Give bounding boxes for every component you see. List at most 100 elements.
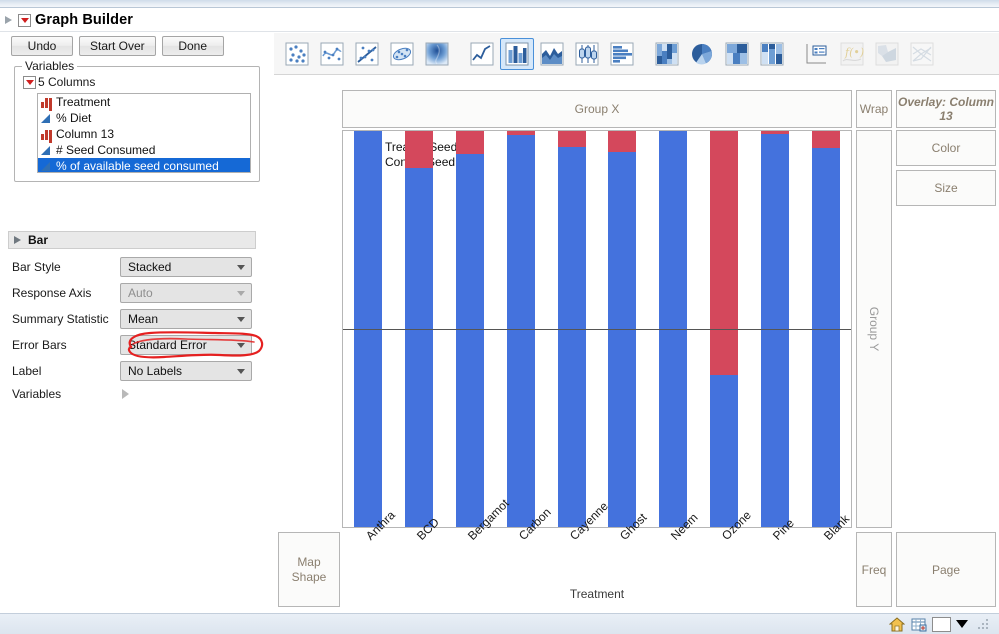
drop-zone-map-shape[interactable]: Map Shape	[278, 532, 340, 607]
summary-statistic-label: Summary Statistic	[12, 312, 120, 326]
mosaic-icon[interactable]	[650, 38, 684, 70]
bar-segment-treated[interactable]	[608, 131, 636, 152]
start-over-button[interactable]: Start Over	[79, 36, 156, 56]
drop-zone-group-y[interactable]: Group Y	[856, 130, 892, 528]
home-icon[interactable]	[888, 616, 905, 632]
bar-segment-control[interactable]	[507, 135, 535, 527]
dropdown-arrow-icon[interactable]	[956, 620, 968, 628]
bar-segment-control[interactable]	[405, 168, 433, 527]
list-item[interactable]: Column 13	[38, 126, 250, 142]
list-item[interactable]: Treatment	[38, 94, 250, 110]
formula-icon[interactable]: f(•)	[835, 38, 869, 70]
bar-segment-control[interactable]	[761, 134, 789, 527]
bar-segment-treated[interactable]	[405, 131, 433, 168]
bar-segment-control[interactable]	[812, 148, 840, 527]
bar-segment-treated[interactable]	[507, 131, 535, 135]
bar-style-dropdown[interactable]: Stacked	[120, 257, 252, 277]
list-item[interactable]: # Seed Consumed	[38, 142, 250, 158]
bar-segment-control[interactable]	[456, 154, 484, 527]
done-button[interactable]: Done	[162, 36, 224, 56]
bar-segment-treated[interactable]	[558, 131, 586, 147]
map-shapes-icon[interactable]	[870, 38, 904, 70]
points-icon[interactable]	[280, 38, 314, 70]
columns-menu-icon[interactable]	[23, 76, 36, 89]
variable-label: % Diet	[56, 111, 91, 125]
bar-segment-treated[interactable]	[710, 131, 738, 375]
drop-zone-overlay[interactable]: Overlay: Column 13	[896, 90, 996, 128]
columns-count-label: 5 Columns	[38, 75, 95, 89]
expand-right-triangle-icon[interactable]	[120, 387, 132, 401]
graph-canvas: Group X Wrap Overlay: Column 13 Color Si…	[274, 76, 999, 634]
bar-segment-treated[interactable]	[812, 131, 840, 148]
reference-line	[343, 329, 851, 330]
bar-segment-control[interactable]	[608, 152, 636, 527]
bar-style-label: Bar Style	[12, 260, 120, 274]
response-axis-dropdown[interactable]: Auto	[120, 283, 252, 303]
bar-segment-treated[interactable]	[761, 131, 789, 134]
plot-frame[interactable]: Treated Seed Control Seed 0%20%40%60%80%…	[342, 130, 852, 528]
drop-zone-wrap[interactable]: Wrap	[856, 90, 892, 128]
contour-icon[interactable]	[420, 38, 454, 70]
color-swatch-button[interactable]	[932, 617, 951, 632]
disclosure-triangle-icon[interactable]	[13, 235, 23, 245]
x-axis[interactable]: Treatment AnthraBCDBergamotCarbonCayenne…	[342, 529, 852, 607]
drop-zone-color[interactable]: Color	[896, 130, 996, 166]
chevron-down-icon	[237, 317, 245, 322]
response-axis-value: Auto	[128, 286, 153, 300]
data-table-icon[interactable]	[910, 616, 927, 632]
response-axis-label: Response Axis	[12, 286, 120, 300]
drop-zone-group-x[interactable]: Group X	[342, 90, 852, 128]
status-bar	[0, 613, 999, 634]
columns-header[interactable]: 5 Columns	[23, 75, 95, 89]
chevron-down-icon	[237, 291, 245, 296]
pie-icon[interactable]	[685, 38, 719, 70]
summary-statistic-dropdown[interactable]: Mean	[120, 309, 252, 329]
area-icon[interactable]	[535, 38, 569, 70]
resize-grip-icon[interactable]	[977, 618, 989, 630]
label-row: Label No Labels	[12, 360, 252, 382]
drop-zone-freq[interactable]: Freq	[856, 532, 892, 607]
ellipse-icon[interactable]	[385, 38, 419, 70]
chevron-down-icon	[237, 265, 245, 270]
box-plot-icon[interactable]	[570, 38, 604, 70]
bar-style-value: Stacked	[128, 260, 171, 274]
line-icon[interactable]	[465, 38, 499, 70]
bar-icon[interactable]	[500, 38, 534, 70]
list-item-selected[interactable]: % of available seed consumed	[38, 158, 250, 173]
page-title: Graph Builder	[35, 12, 133, 28]
parallel-plot-icon[interactable]	[905, 38, 939, 70]
error-bars-row: Error Bars Standard Error	[12, 334, 252, 356]
treemap-icon[interactable]	[720, 38, 754, 70]
continuous-column-icon	[41, 113, 52, 124]
toolbar-separator	[455, 38, 465, 70]
map-shape-label: Map Shape	[292, 555, 327, 585]
undo-button[interactable]: Undo	[11, 36, 73, 56]
variables-list[interactable]: Treatment % Diet Column 13 # Seed Consum…	[37, 93, 251, 173]
label-dropdown[interactable]: No Labels	[120, 361, 252, 381]
bar-segment-control[interactable]	[558, 147, 586, 527]
variables-group-label: Variables	[22, 59, 77, 73]
variables-expander-row: Variables	[12, 383, 132, 405]
action-button-row: Undo Start Over Done	[11, 36, 224, 56]
drop-zone-size[interactable]: Size	[896, 170, 996, 206]
chevron-down-icon	[237, 369, 245, 374]
error-bars-dropdown[interactable]: Standard Error	[120, 335, 252, 355]
title-bar: Graph Builder	[0, 9, 999, 32]
bar-segment-treated[interactable]	[456, 131, 484, 154]
line-of-fit-icon[interactable]	[350, 38, 384, 70]
bar-panel-header[interactable]: Bar	[8, 231, 256, 249]
y-axis-line	[342, 131, 343, 528]
caption-box-icon[interactable]	[800, 38, 834, 70]
graph-type-toolbar: f(•)	[274, 33, 999, 75]
drop-zone-page[interactable]: Page	[896, 532, 996, 607]
histogram-icon[interactable]	[605, 38, 639, 70]
group-y-label: Group Y	[867, 307, 881, 351]
bar-segment-control[interactable]	[710, 375, 738, 527]
variable-label: % of available seed consumed	[56, 159, 219, 173]
heatmap-icon[interactable]	[755, 38, 789, 70]
disclosure-triangle-icon[interactable]	[4, 15, 14, 25]
error-bars-value: Standard Error	[128, 338, 207, 352]
list-item[interactable]: % Diet	[38, 110, 250, 126]
smoother-icon[interactable]	[315, 38, 349, 70]
red-triangle-menu-icon[interactable]	[18, 14, 31, 27]
